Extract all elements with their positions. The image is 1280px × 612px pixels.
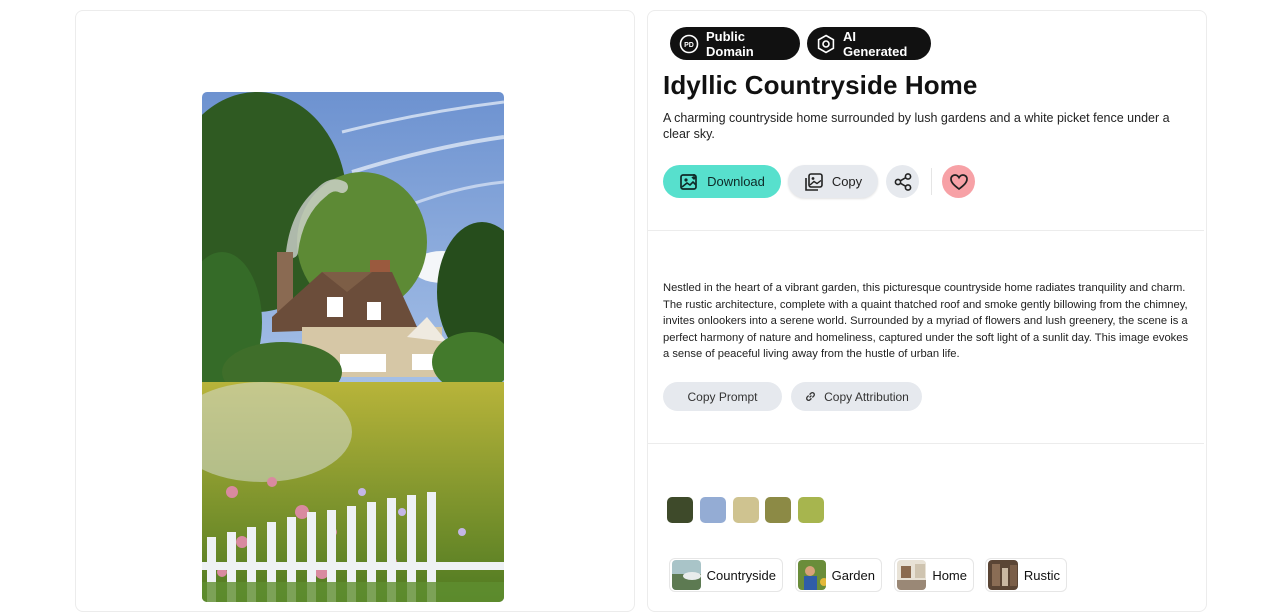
tag-thumbnail (798, 560, 826, 590)
ai-generated-label: AI Generated (843, 28, 908, 59)
tag-home[interactable]: Home (894, 558, 974, 592)
like-button[interactable] (942, 165, 975, 198)
share-icon (893, 172, 913, 192)
heart-icon (949, 172, 969, 192)
svg-text:PD: PD (684, 42, 694, 49)
copy-attribution-label: Copy Attribution (824, 389, 909, 404)
public-domain-badge[interactable]: PD Public Domain (670, 27, 800, 60)
copy-image-icon (804, 172, 824, 192)
section-divider (648, 443, 1204, 444)
tag-label: Garden (831, 567, 875, 583)
color-swatch[interactable] (798, 497, 824, 523)
copy-prompt-button[interactable]: Copy Prompt (663, 382, 782, 411)
link-icon (804, 390, 817, 403)
color-swatch[interactable] (733, 497, 759, 523)
cottage-image (202, 92, 504, 602)
ai-gear-icon (816, 34, 836, 54)
main-image[interactable] (202, 92, 504, 602)
color-swatch[interactable] (765, 497, 791, 523)
page-title: Idyllic Countryside Home (663, 70, 978, 100)
tag-label: Countryside (706, 567, 776, 583)
tag-thumbnail (988, 560, 1018, 590)
image-summary: A charming countryside home surrounded b… (663, 111, 1170, 141)
tag-label: Rustic (1023, 567, 1060, 583)
divider (931, 168, 932, 195)
image-description: Nestled in the heart of a vibrant garden… (663, 282, 1189, 360)
ai-generated-badge[interactable]: AI Generated (807, 27, 931, 60)
tag-countryside[interactable]: Countryside (669, 558, 783, 592)
image-download-icon (679, 172, 699, 192)
share-button[interactable] (886, 165, 919, 198)
copy-attribution-button[interactable]: Copy Attribution (791, 382, 922, 411)
tag-thumbnail (672, 560, 701, 590)
section-divider (648, 230, 1204, 231)
pd-icon: PD (679, 34, 699, 54)
copy-label: Copy (831, 174, 863, 189)
tag-thumbnail (897, 560, 927, 590)
tag-label: Home (932, 567, 967, 583)
copy-button[interactable]: Copy (788, 165, 878, 198)
copy-prompt-label: Copy Prompt (687, 389, 758, 404)
public-domain-label: Public Domain (706, 28, 754, 59)
download-label: Download (707, 174, 765, 189)
download-button[interactable]: Download (663, 165, 781, 198)
color-swatch[interactable] (700, 497, 726, 523)
tag-garden[interactable]: Garden (795, 558, 882, 592)
tag-rustic[interactable]: Rustic (985, 558, 1067, 592)
color-swatch[interactable] (667, 497, 693, 523)
